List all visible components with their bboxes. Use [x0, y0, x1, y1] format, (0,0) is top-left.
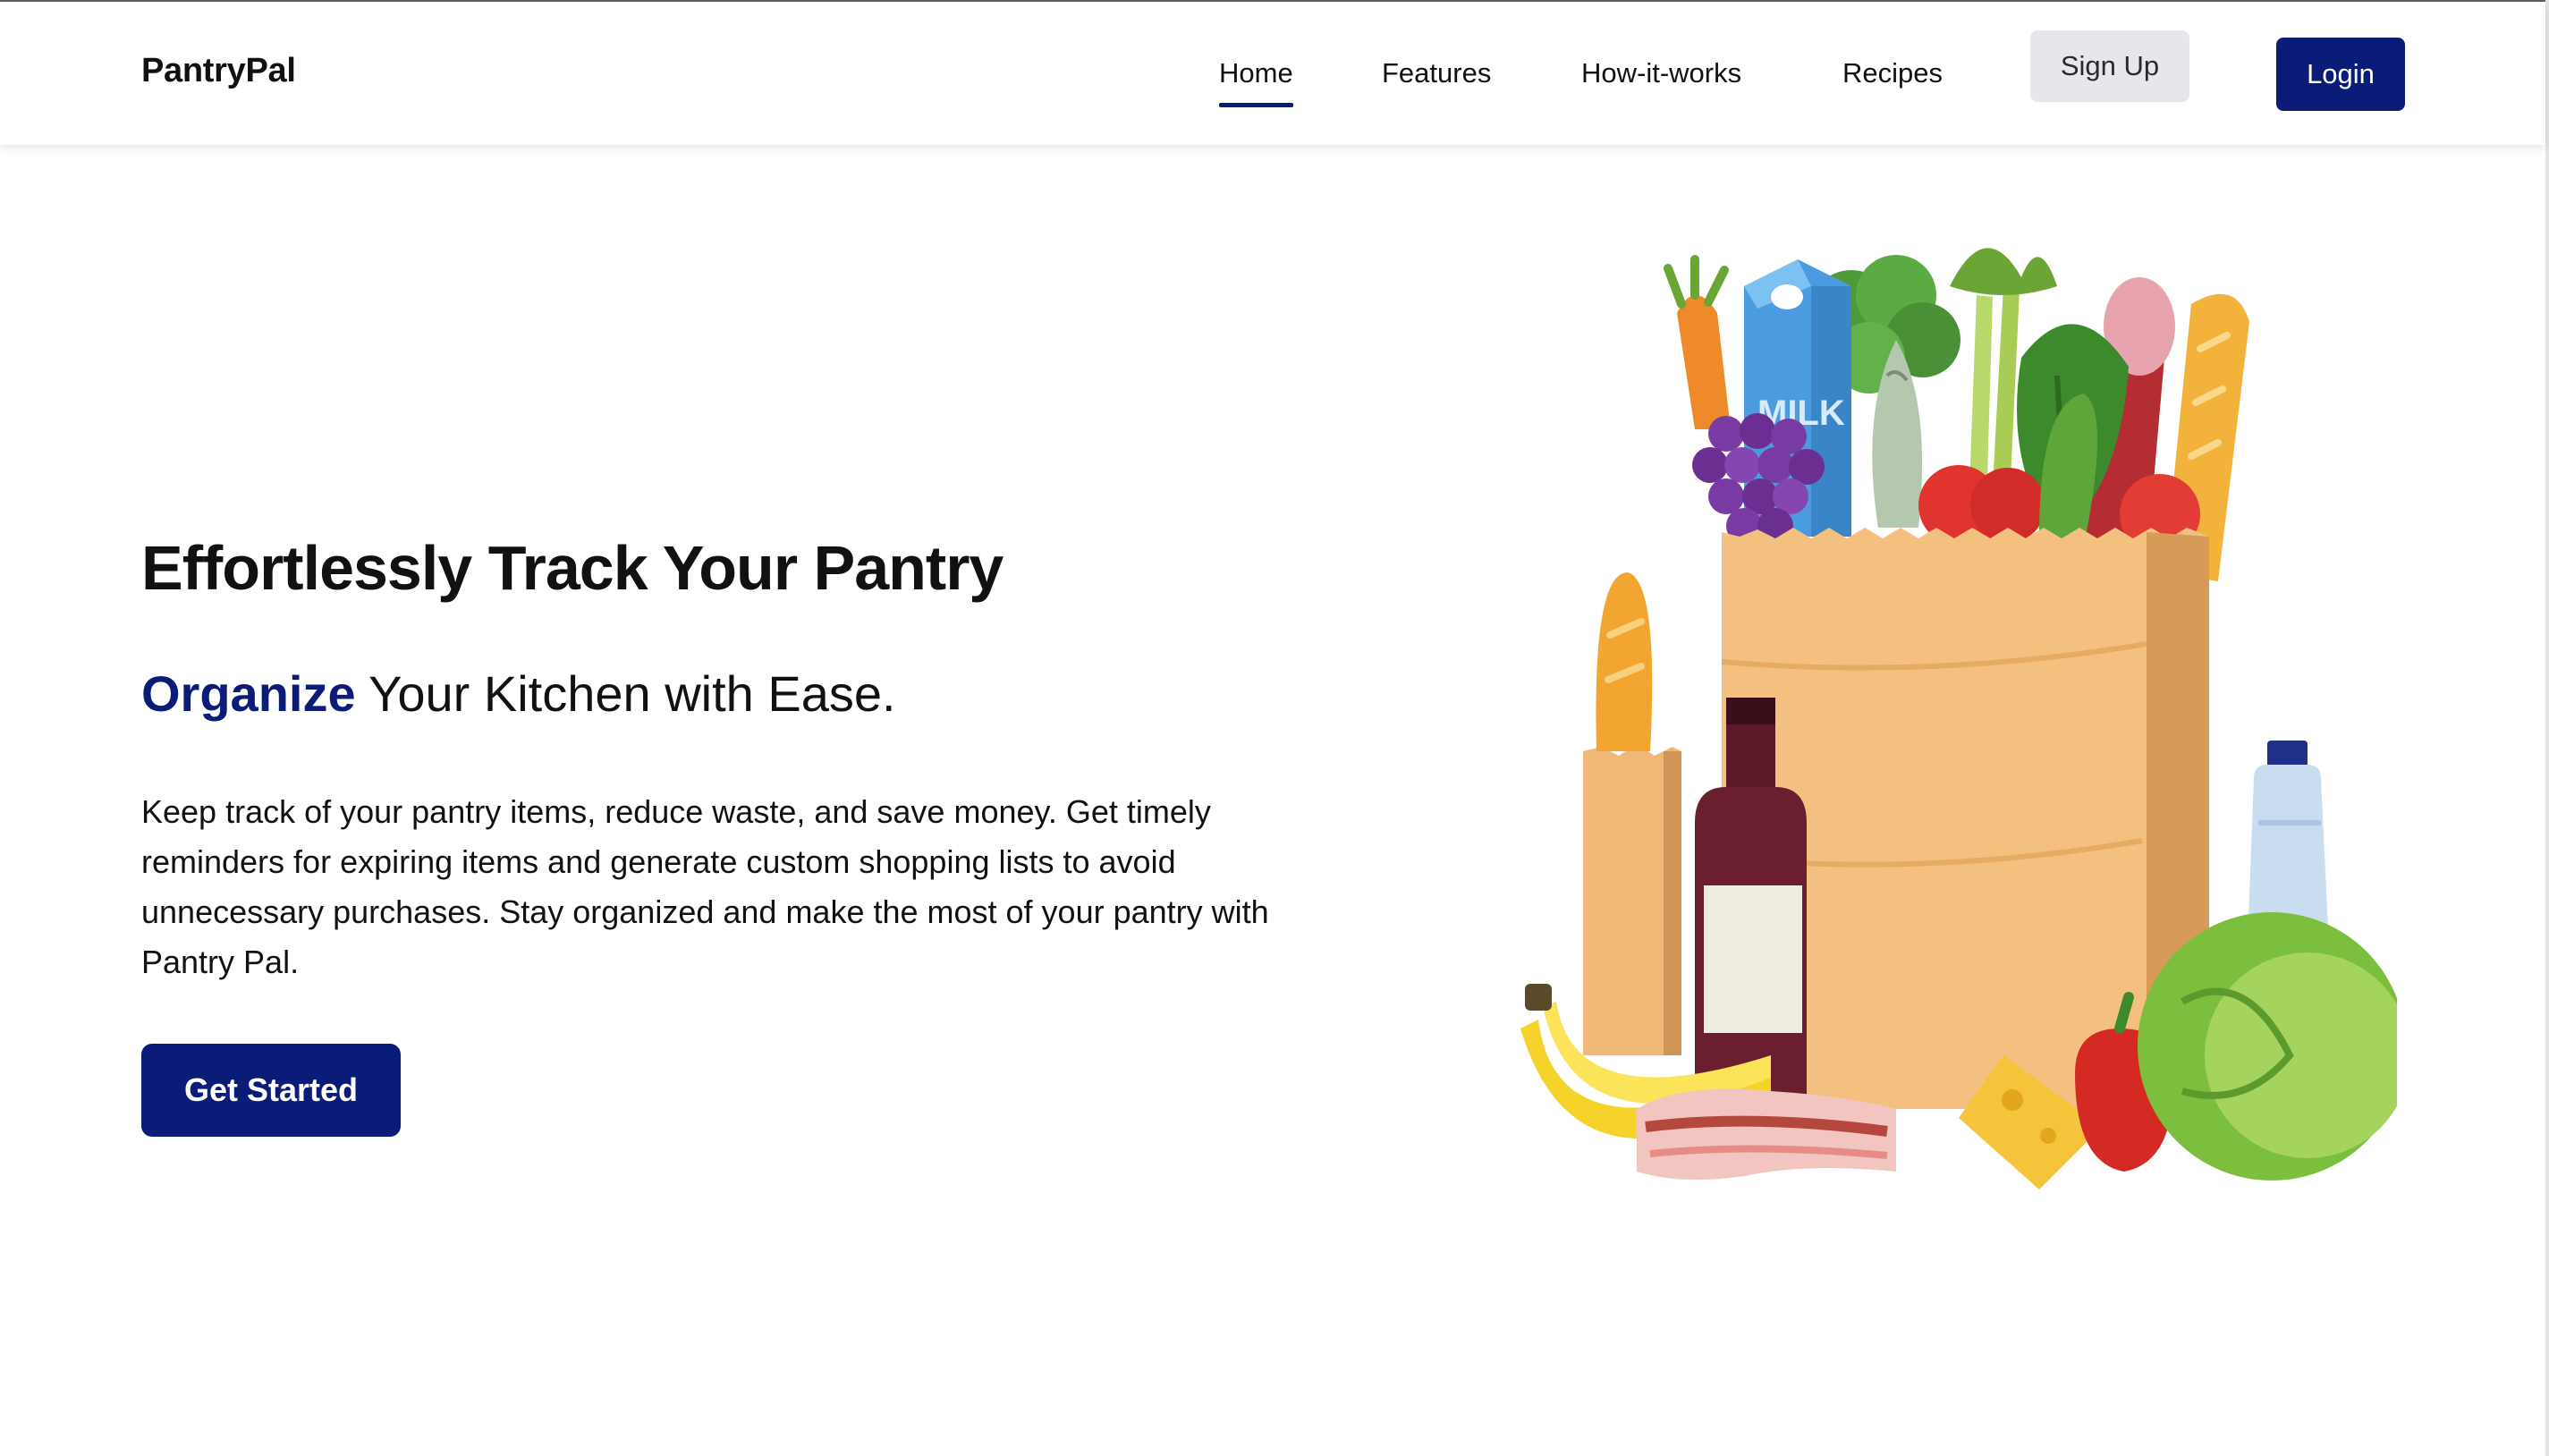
scrollbar-track[interactable]: [2545, 0, 2549, 1456]
small-baguette-icon: [1596, 572, 1653, 751]
cabbage-icon: [2138, 912, 2397, 1181]
navbar: PantryPal Home Features How-it-works Rec…: [0, 2, 2545, 145]
brand-logo[interactable]: PantryPal: [141, 52, 296, 90]
carrot-icon: [1664, 255, 1731, 429]
nav-link-home[interactable]: Home: [1219, 57, 1293, 107]
hero-title: Effortlessly Track Your Pantry: [141, 533, 1004, 603]
grocery-bag-illustration: MILK: [1520, 248, 2397, 1189]
small-bag-icon: [1583, 744, 1681, 1055]
nav-link-how-it-works[interactable]: How-it-works: [1581, 57, 1741, 89]
hero-description: Keep track of your pantry items, reduce …: [141, 793, 1269, 980]
hero-subtitle-accent: Organize: [141, 665, 356, 722]
hero-subtitle: Organize Your Kitchen with Ease.: [141, 665, 896, 723]
login-button[interactable]: Login: [2276, 38, 2405, 111]
bacon-icon: [1637, 1088, 1896, 1180]
signup-button[interactable]: Sign Up: [2030, 30, 2189, 102]
get-started-button[interactable]: Get Started: [141, 1044, 401, 1137]
nav-link-features[interactable]: Features: [1382, 57, 1491, 89]
hero-subtitle-rest: Your Kitchen with Ease.: [355, 665, 896, 722]
nav-link-recipes[interactable]: Recipes: [1842, 57, 1943, 89]
